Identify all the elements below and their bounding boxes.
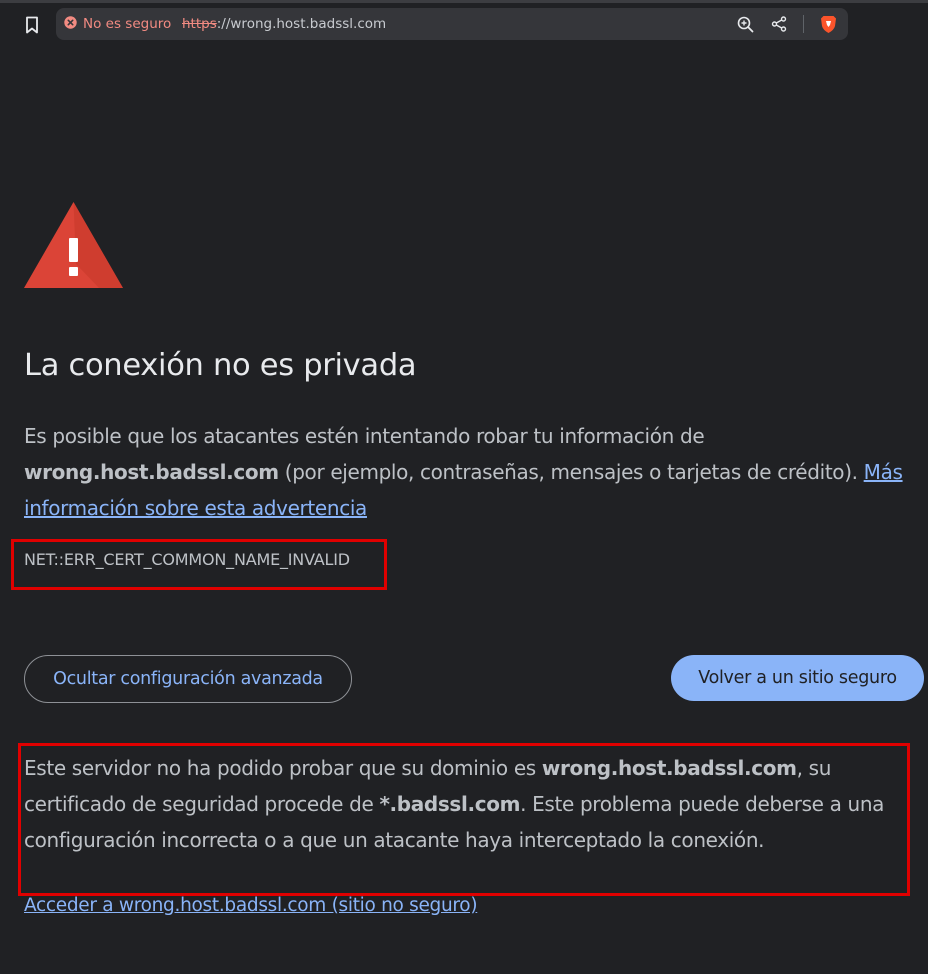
browser-toolbar: No es seguro https://wrong.host.badssl.c… xyxy=(0,0,928,46)
page-title: La conexión no es privada xyxy=(24,348,417,383)
hide-advanced-button[interactable]: Ocultar configuración avanzada xyxy=(24,655,352,703)
security-chip[interactable]: No es seguro xyxy=(64,8,171,40)
details-part-1: Este servidor no ha podido probar que su… xyxy=(24,756,542,780)
share-icon[interactable] xyxy=(769,14,789,34)
advanced-details-paragraph: Este servidor no ha podido probar que su… xyxy=(24,750,904,858)
brave-shields-icon[interactable] xyxy=(818,14,838,34)
explanation-host: wrong.host.badssl.com xyxy=(24,460,279,484)
warning-triangle-icon xyxy=(24,202,123,288)
proceed-unsafe-link[interactable]: Acceder a wrong.host.badssl.com (sitio n… xyxy=(24,895,478,916)
address-bar[interactable]: No es seguro https://wrong.host.badssl.c… xyxy=(56,8,848,40)
explanation-suffix: (por ejemplo, contraseñas, mensajes o ta… xyxy=(278,460,864,484)
url-host: ://wrong.host.badssl.com xyxy=(216,16,387,32)
details-host: wrong.host.badssl.com xyxy=(541,756,797,780)
details-cert-name: *.badssl.com xyxy=(379,792,521,816)
bookmark-icon[interactable] xyxy=(20,13,44,37)
back-to-safety-button[interactable]: Volver a un sitio seguro xyxy=(671,655,924,701)
url-text[interactable]: https://wrong.host.badssl.com xyxy=(182,8,386,40)
explanation-prefix: Es posible que los atacantes estén inten… xyxy=(24,424,705,448)
zoom-icon[interactable] xyxy=(735,14,755,34)
error-code: NET::ERR_CERT_COMMON_NAME_INVALID xyxy=(24,550,350,569)
toolbar-divider xyxy=(803,15,804,33)
url-scheme: https xyxy=(182,16,217,32)
not-secure-icon xyxy=(64,15,77,33)
explanation-paragraph: Es posible que los atacantes estén inten… xyxy=(24,418,914,526)
security-chip-label: No es seguro xyxy=(83,16,172,32)
